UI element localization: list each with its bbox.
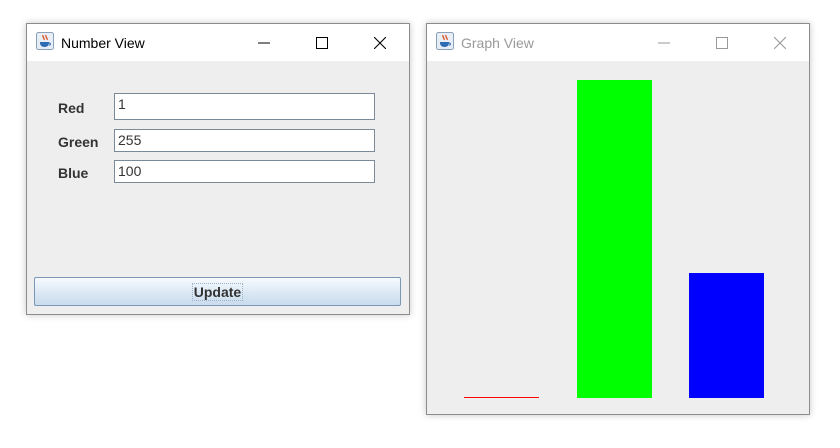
blue-field[interactable]: 100 [114,160,375,183]
graph-view-titlebar[interactable]: Graph View [427,24,809,61]
red-field[interactable]: 1 [114,93,375,120]
update-button[interactable]: Update [34,277,401,306]
window-title: Number View [61,35,145,51]
blue-bar [689,273,764,398]
close-icon [774,36,786,49]
java-cup-icon [36,32,54,50]
window-title: Graph View [461,35,534,51]
close-button[interactable] [757,24,803,61]
graph-canvas [427,61,809,414]
green-label: Green [58,134,99,150]
number-view-window: Number View Red 1 Green 255 Blue 100 Upd… [26,23,410,315]
minimize-icon [258,42,270,43]
maximize-icon [316,36,328,49]
close-icon [374,36,386,49]
number-view-titlebar[interactable]: Number View [27,24,409,61]
red-label: Red [58,100,85,116]
minimize-button[interactable] [241,24,287,61]
graph-view-window: Graph View [426,23,810,415]
green-field[interactable]: 255 [114,129,375,152]
green-bar [577,80,652,398]
maximize-button[interactable] [299,24,345,61]
update-button-label: Update [191,282,244,301]
red-bar [464,397,539,398]
minimize-button[interactable] [641,24,687,61]
maximize-icon [716,36,728,49]
minimize-icon [658,42,670,43]
close-button[interactable] [357,24,403,61]
maximize-button[interactable] [699,24,745,61]
blue-label: Blue [58,165,89,181]
java-cup-icon [436,32,454,50]
